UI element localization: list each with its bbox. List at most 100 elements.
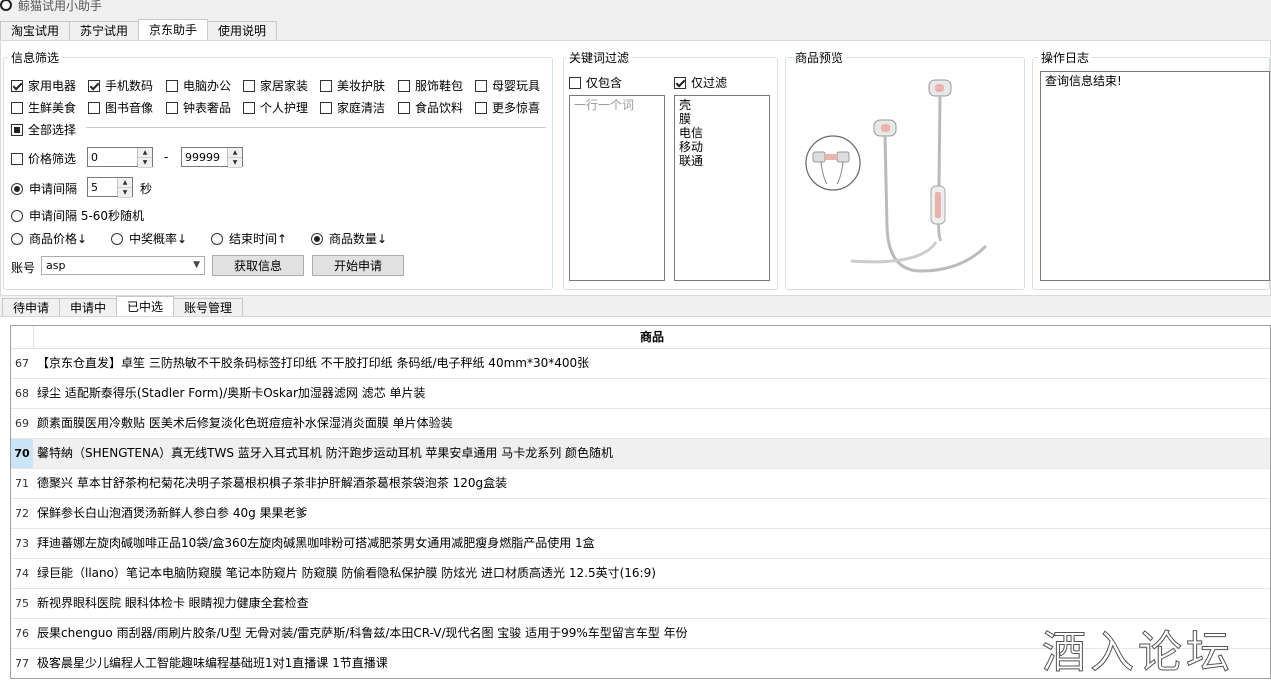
table-row[interactable]: 72 保鲜参长白山泡酒煲汤新鲜人参白参 40g 果果老爹	[11, 499, 1270, 529]
tab-taobao[interactable]: 淘宝试用	[0, 21, 71, 40]
category-checkbox[interactable]: 更多惊喜	[475, 99, 540, 116]
interval-stepper[interactable]: ▲▼	[87, 177, 133, 198]
tab-help[interactable]: 使用说明	[207, 21, 278, 40]
include-only-checkbox[interactable]: 仅包含	[569, 74, 622, 91]
product-name-cell: 极客晨星少儿编程人工智能趣味编程基础班1对1直播课 1节直播课	[37, 656, 388, 670]
category-checkbox[interactable]: 手机数码	[88, 77, 153, 94]
product-name-cell: 保鲜参长白山泡酒煲汤新鲜人参白参 40g 果果老爹	[37, 506, 308, 520]
row-number: 75	[15, 597, 29, 610]
account-label: 账号	[11, 261, 36, 275]
tab-accounts[interactable]: 账号管理	[173, 298, 244, 317]
log-text: 查询信息结束!	[1045, 74, 1122, 88]
spin-up-icon[interactable]: ▲	[228, 148, 242, 158]
category-checkbox[interactable]: 生鲜美食	[11, 99, 76, 116]
exclude-word: 壳	[679, 98, 692, 112]
top-tab-bar: 淘宝试用 苏宁试用 京东助手 使用说明	[0, 19, 278, 40]
checkbox-icon	[398, 79, 410, 92]
spin-up-icon[interactable]: ▲	[138, 148, 152, 158]
window-title: 鲸猫试用小助手	[18, 0, 103, 13]
category-checkbox[interactable]: 家用电器	[11, 77, 76, 94]
log-textarea[interactable]: 查询信息结束!	[1040, 71, 1270, 281]
exclude-words-textarea[interactable]: 壳 膜 电信 移动 联通	[674, 95, 770, 281]
table-row[interactable]: 67 【京东仓直发】卓笙 三防热敏不干胶条码标签打印纸 不干胶打印纸 条码纸/电子…	[11, 349, 1270, 379]
spin-up-icon[interactable]: ▲	[118, 178, 132, 188]
interval-input[interactable]	[88, 178, 117, 196]
sort-probability-radio[interactable]: 中奖概率↓	[111, 230, 187, 247]
category-checkbox[interactable]: 家庭清洁	[320, 99, 385, 116]
radio-icon	[111, 232, 123, 245]
checkbox-icon	[475, 101, 487, 114]
product-name-cell: 颜素面膜医用冷敷贴 医美术后修复淡化色斑痘痘补水保湿消炎面膜 单片体验装	[37, 416, 453, 430]
product-name-cell: 新视界眼科医院 眼科体检卡 眼睛视力健康全套检查	[37, 596, 309, 610]
radio-icon	[11, 232, 23, 245]
spin-down-icon[interactable]: ▼	[138, 158, 152, 168]
tab-won[interactable]: 已中选	[116, 296, 175, 317]
random-interval-radio[interactable]: 申请间隔 5-60秒随机	[11, 207, 144, 224]
row-number: 69	[15, 417, 29, 430]
exclude-word: 移动	[679, 140, 704, 154]
include-words-textarea[interactable]: 一行一个词	[569, 95, 665, 281]
price-min-stepper[interactable]: ▲▼	[87, 147, 153, 168]
radio-icon	[11, 182, 23, 195]
product-name-cell: 【京东仓直发】卓笙 三防热敏不干胶条码标签打印纸 不干胶打印纸 条码纸/电子秤纸…	[37, 356, 590, 370]
account-select[interactable]: asp ▼	[41, 256, 205, 275]
sort-quantity-radio[interactable]: 商品数量↓	[311, 230, 387, 247]
exclude-only-checkbox[interactable]: 仅过滤	[674, 74, 727, 91]
spin-down-icon[interactable]: ▼	[118, 188, 132, 198]
interval-radio[interactable]: 申请间隔	[11, 180, 77, 197]
category-checkbox[interactable]: 食品饮料	[398, 99, 463, 116]
radio-icon	[211, 232, 223, 245]
category-checkbox[interactable]: 美妆护肤	[320, 77, 385, 94]
price-max-stepper[interactable]: ▲▼	[181, 147, 243, 168]
price-max-input[interactable]	[182, 148, 227, 166]
category-checkbox[interactable]: 电脑办公	[166, 77, 231, 94]
jd-panel: 信息筛选 家用电器 手机数码 电脑办公 家居家装 美妆护肤 服饰鞋包 母婴玩具 …	[0, 40, 1271, 296]
filter-group-label: 信息筛选	[8, 49, 63, 66]
select-all-checkbox[interactable]: 全部选择	[11, 121, 76, 138]
keyword-group-label: 关键词过滤	[566, 49, 633, 66]
tab-applying[interactable]: 申请中	[59, 298, 118, 317]
table-row[interactable]: 71 德聚兴 草本甘舒茶枸杞菊花决明子茶葛根枳椇子茶非护肝解酒茶葛根茶袋泡茶 12…	[11, 469, 1270, 499]
checkbox-icon	[320, 101, 332, 114]
table-row[interactable]: 73 拜迪蕃娜左旋肉碱咖啡正品10袋/盒360左旋肉碱黑咖啡粉可搭减肥茶男女通用减…	[11, 529, 1270, 559]
price-min-input[interactable]	[88, 148, 137, 166]
row-number: 70	[11, 439, 33, 468]
table-row[interactable]: 75 新视界眼科医院 眼科体检卡 眼睛视力健康全套检查	[11, 589, 1270, 619]
product-name-cell: 德聚兴 草本甘舒茶枸杞菊花决明子茶葛根枳椇子茶非护肝解酒茶葛根茶袋泡茶 120g…	[37, 476, 508, 490]
checkbox-icon	[11, 123, 23, 136]
title-bar: 鲸猫试用小助手	[0, 0, 1271, 16]
table-row[interactable]: 74 绿巨能（llano）笔记本电脑防窥膜 笔记本防窥片 防窥膜 防偷看隐私保护膜…	[11, 559, 1270, 589]
sort-endtime-radio[interactable]: 结束时间↑	[211, 230, 287, 247]
category-checkbox[interactable]: 服饰鞋包	[398, 77, 463, 94]
category-checkbox[interactable]: 个人护理	[243, 99, 308, 116]
tab-suning[interactable]: 苏宁试用	[69, 21, 140, 40]
product-name-cell: 绿尘 适配斯泰得乐(Stadler Form)/奥斯卡Oskar加湿器滤网 滤芯…	[37, 386, 426, 400]
radio-icon	[311, 232, 323, 245]
sort-price-radio[interactable]: 商品价格↓	[11, 230, 87, 247]
price-filter-checkbox[interactable]: 价格筛选	[11, 150, 76, 167]
checkbox-icon	[243, 101, 255, 114]
category-checkbox[interactable]: 钟表奢品	[166, 99, 231, 116]
watermark: 酒入论坛	[1042, 627, 1234, 679]
product-name-cell: 拜迪蕃娜左旋肉碱咖啡正品10袋/盒360左旋肉碱黑咖啡粉可搭减肥茶男女通用减肥瘦…	[37, 536, 595, 550]
checkbox-icon	[674, 76, 686, 89]
start-apply-button[interactable]: 开始申请	[312, 255, 404, 276]
category-checkbox[interactable]: 母婴玩具	[475, 77, 540, 94]
category-checkbox[interactable]: 图书音像	[88, 99, 153, 116]
category-checkbox[interactable]: 家居家装	[243, 77, 308, 94]
column-header-product[interactable]: 商品	[33, 326, 1270, 348]
tab-pending[interactable]: 待申请	[2, 298, 61, 317]
checkbox-icon	[11, 79, 23, 92]
spin-down-icon[interactable]: ▼	[228, 158, 242, 168]
chevron-down-icon: ▼	[193, 260, 200, 270]
table-row[interactable]: 70 馨特納（SHENGTENA）真无线TWS 蓝牙入耳式耳机 防汗跑步运动耳机 …	[11, 439, 1270, 469]
fetch-info-button[interactable]: 获取信息	[212, 255, 304, 276]
tab-jd[interactable]: 京东助手	[138, 19, 209, 40]
table-header: 商品	[11, 326, 1270, 349]
product-name-cell: 辰果chenguo 雨刮器/雨刷片胶条/U型 无骨对装/雷克萨斯/科鲁兹/本田C…	[37, 626, 688, 640]
table-row[interactable]: 68 绿尘 适配斯泰得乐(Stadler Form)/奥斯卡Oskar加湿器滤网 …	[11, 379, 1270, 409]
checkbox-icon	[243, 79, 255, 92]
checkbox-icon	[569, 76, 581, 89]
table-row[interactable]: 69 颜素面膜医用冷敷贴 医美术后修复淡化色斑痘痘补水保湿消炎面膜 单片体验装	[11, 409, 1270, 439]
product-name-cell: 绿巨能（llano）笔记本电脑防窥膜 笔记本防窥片 防窥膜 防偷看隐私保护膜 防…	[37, 566, 656, 580]
